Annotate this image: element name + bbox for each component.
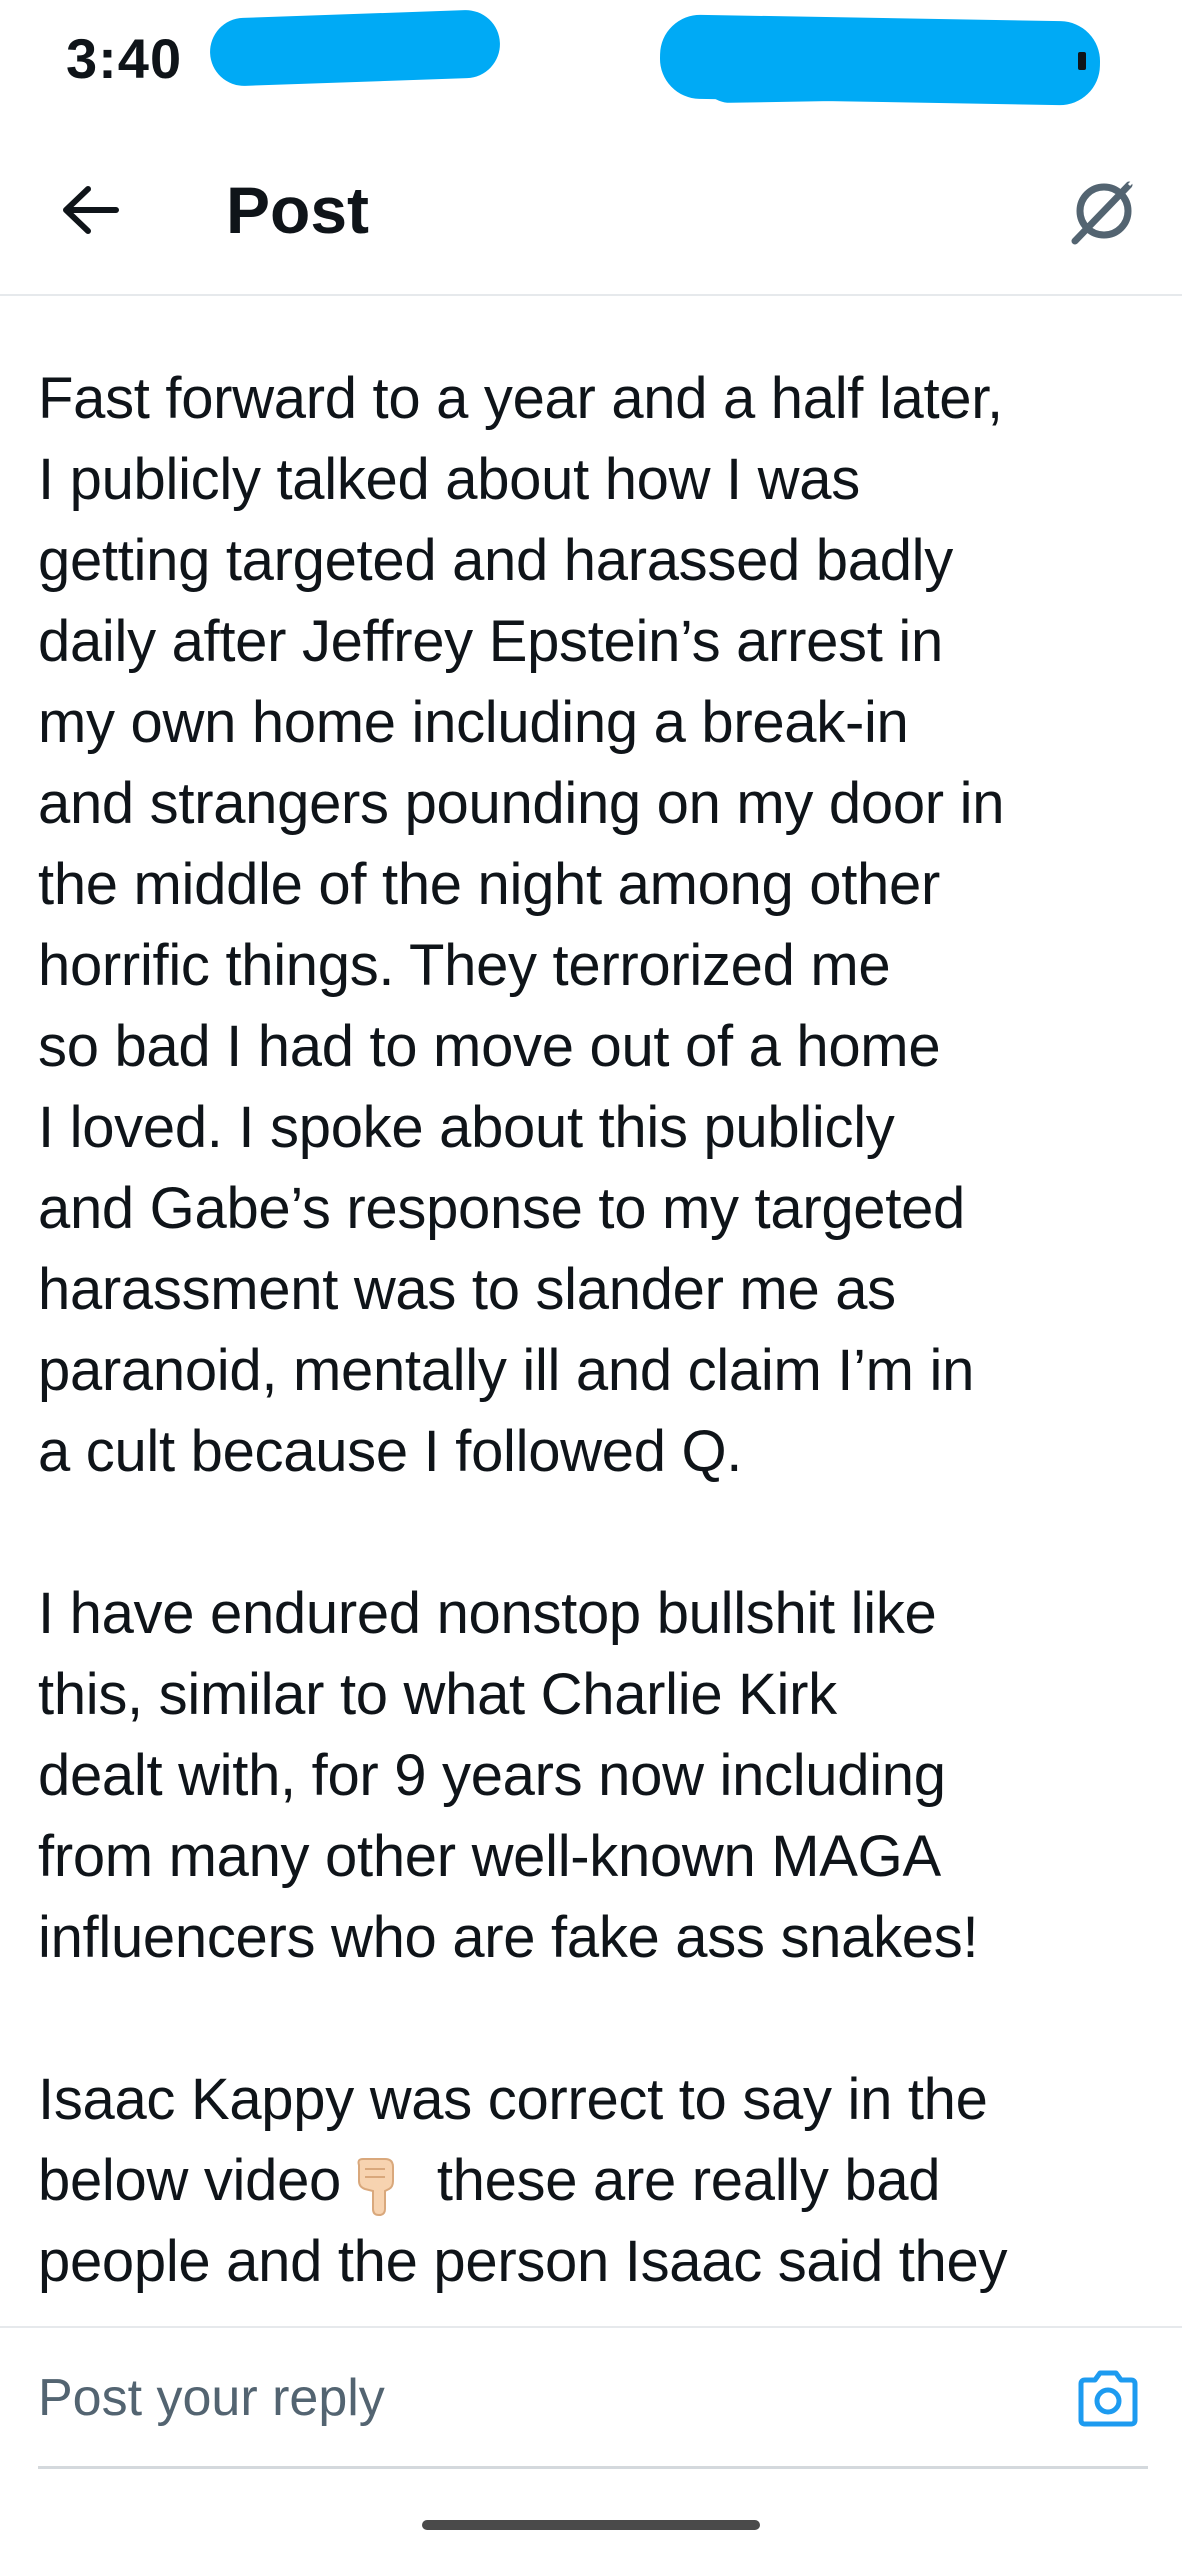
text-line: getting targeted and harassed badly <box>38 528 953 593</box>
status-bar: 3:40 <box>0 0 1182 120</box>
text-line: from many other well-known MAGA <box>38 1824 941 1889</box>
redaction-mark <box>699 36 1081 104</box>
reply-composer <box>0 2326 1182 2469</box>
camera-icon <box>1078 2370 1138 2427</box>
post-paragraph: I have endured nonstop bullshit like thi… <box>38 1573 1148 1978</box>
text-line: Fast forward to a year and a half later, <box>38 366 1003 431</box>
text-line: daily after Jeffrey Epstein’s arrest in <box>38 609 943 674</box>
home-indicator[interactable] <box>422 2520 760 2530</box>
grok-icon <box>1071 179 1135 245</box>
text-line: below video these are really bad <box>38 2140 1148 2221</box>
text-line: I publicly talked about how I was <box>38 447 860 512</box>
text-line: a cult because I followed Q. <box>38 1419 743 1484</box>
post-text: Fast forward to a year and a half later,… <box>38 358 1148 2320</box>
text-line: dealt with, for 9 years now including <box>38 1743 946 1808</box>
text-line: Isaac Kappy was correct to say in the <box>38 2067 988 2132</box>
status-time: 3:40 <box>66 27 183 90</box>
camera-button[interactable] <box>1068 2358 1148 2438</box>
post-paragraph: Fast forward to a year and a half later,… <box>38 358 1148 1492</box>
reply-input[interactable] <box>38 2350 1038 2446</box>
text-line: people and the person Isaac said they <box>38 2229 1008 2294</box>
text-line: horrific things. They terrorized me <box>38 933 891 998</box>
text-segment: below video <box>38 2148 342 2213</box>
reply-divider <box>38 2466 1148 2469</box>
grok-button[interactable] <box>1062 172 1142 252</box>
post-paragraph: Isaac Kappy was correct to say in the be… <box>38 2059 1148 2302</box>
arrow-left-icon <box>63 186 119 234</box>
text-line: paranoid, mentally ill and claim I’m in <box>38 1338 975 1403</box>
text-line: my own home including a break-in <box>38 690 909 755</box>
text-line: and strangers pounding on my door in <box>38 771 1005 836</box>
text-line: I loved. I spoke about this publicly <box>38 1095 895 1160</box>
redaction-mark <box>208 8 502 88</box>
page-title: Post <box>226 173 370 247</box>
back-button[interactable] <box>50 170 130 250</box>
battery-tip-icon <box>1078 52 1086 70</box>
top-app-bar: Post <box>0 130 1182 296</box>
text-line: the middle of the night among other <box>38 852 940 917</box>
text-line: and Gabe’s response to my targeted <box>38 1176 965 1241</box>
text-line: this, similar to what Charlie Kirk <box>38 1662 837 1727</box>
text-segment: these are really bad <box>421 2148 941 2213</box>
text-line: so bad I had to move out of a home <box>38 1014 941 1079</box>
text-line: harassment was to slander me as <box>38 1257 896 1322</box>
text-line: I have endured nonstop bullshit like <box>38 1581 937 1646</box>
text-line: influencers who are fake ass snakes! <box>38 1905 979 1970</box>
backhand-index-pointing-down-icon <box>357 2157 395 2216</box>
